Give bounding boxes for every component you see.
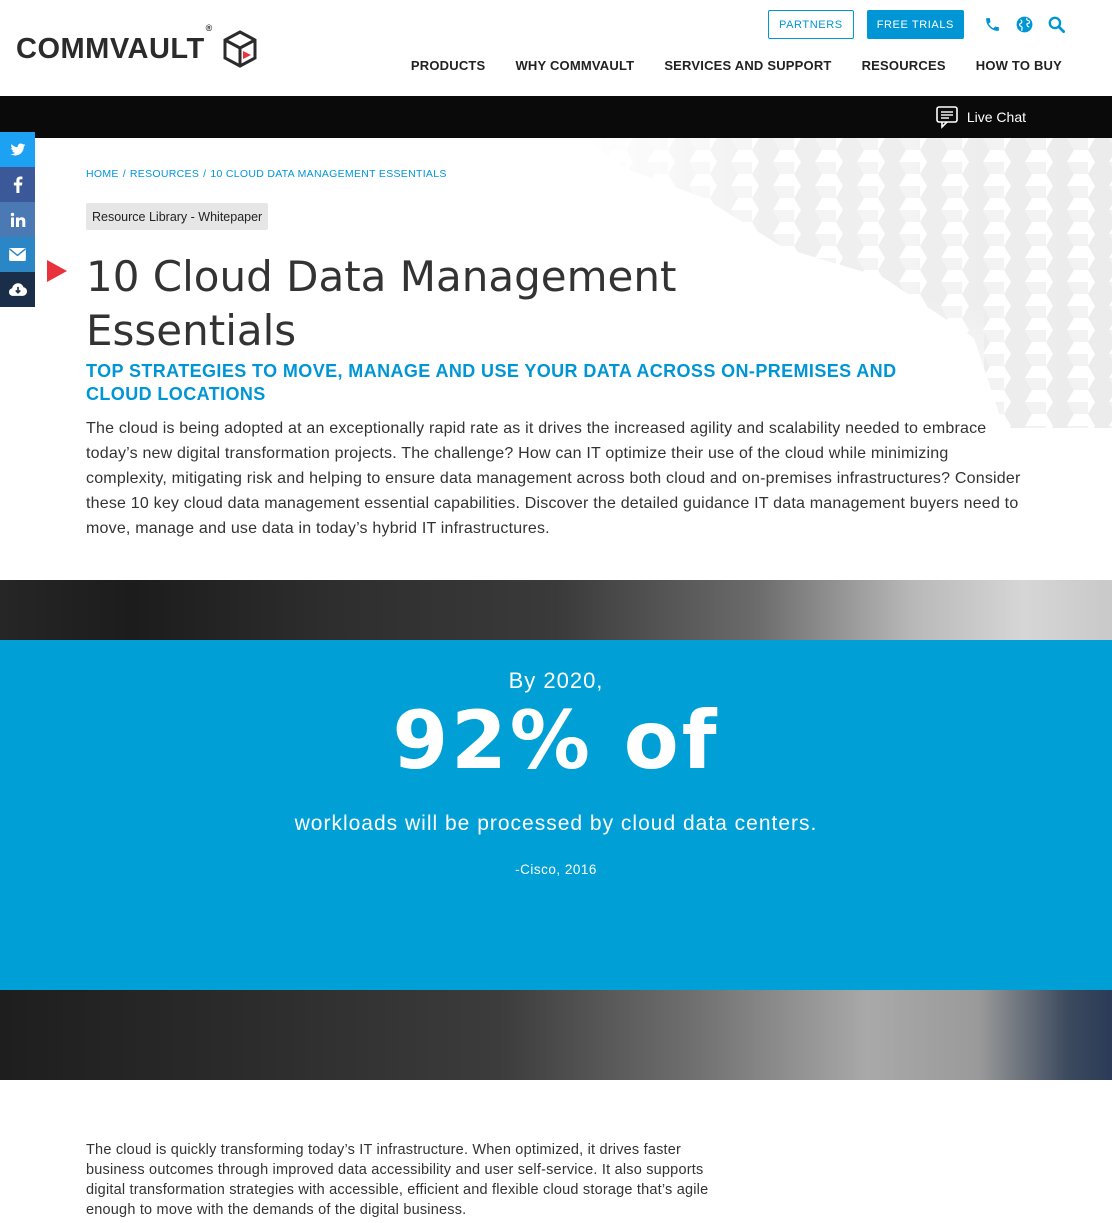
share-facebook-button[interactable] <box>0 167 35 202</box>
utility-bar: PARTNERS FREE TRIALS <box>768 10 1072 39</box>
stat-callout: By 2020, 92% of workloads will be proces… <box>0 640 1112 990</box>
linkedin-icon <box>10 212 25 227</box>
download-button[interactable] <box>0 272 35 307</box>
search-icon[interactable] <box>1045 14 1067 36</box>
stat-figure: 92% of <box>392 694 720 787</box>
breadcrumb-separator: / <box>203 168 207 180</box>
cloud-download-icon <box>8 282 27 296</box>
play-icon <box>47 260 67 282</box>
globe-icon[interactable] <box>1013 14 1035 36</box>
breadcrumb-home[interactable]: HOME <box>86 168 119 180</box>
secondary-bar: Live Chat <box>0 96 1112 138</box>
phone-icon[interactable] <box>981 14 1003 36</box>
email-icon <box>9 248 26 261</box>
share-linkedin-button[interactable] <box>0 202 35 237</box>
nav-item-services-and-support[interactable]: SERVICES AND SUPPORT <box>664 58 831 73</box>
stat-source: -Cisco, 2016 <box>515 862 597 877</box>
stat-description: workloads will be processed by cloud dat… <box>294 812 818 835</box>
share-email-button[interactable] <box>0 237 35 272</box>
logo-cube-icon <box>223 30 257 68</box>
chat-bubble-icon <box>936 106 958 129</box>
breadcrumb-separator: / <box>122 168 126 180</box>
hero-photo-band-bottom <box>0 990 1112 1080</box>
nav-item-why-commvault[interactable]: WHY COMMVAULT <box>515 58 634 73</box>
body-paragraph: The cloud is quickly transforming today’… <box>86 1142 709 1218</box>
logo-wordmark: COMMVAULT® <box>16 22 213 65</box>
breadcrumb-current: 10 CLOUD DATA MANAGEMENT ESSENTIALS <box>210 168 447 180</box>
live-chat-label: Live Chat <box>966 109 1026 125</box>
free-trials-button[interactable]: FREE TRIALS <box>866 10 964 39</box>
nav-item-resources[interactable]: RESOURCES <box>862 58 946 73</box>
site-header: COMMVAULT® PARTNERS FREE TRIALS PRODUCTS… <box>0 0 1112 96</box>
live-chat-button[interactable]: Live Chat <box>935 105 1026 129</box>
twitter-icon <box>10 143 25 155</box>
commvault-logo[interactable]: COMMVAULT® <box>16 22 257 68</box>
social-share-bar <box>0 132 35 307</box>
partners-button[interactable]: PARTNERS <box>768 10 854 39</box>
main-nav: PRODUCTS WHY COMMVAULT SERVICES AND SUPP… <box>411 58 1062 73</box>
page-title: 10 Cloud Data Management Essentials <box>86 252 677 355</box>
nav-item-products[interactable]: PRODUCTS <box>411 58 486 73</box>
nav-item-how-to-buy[interactable]: HOW TO BUY <box>976 58 1062 73</box>
resource-type-tag: Resource Library - Whitepaper <box>86 203 269 230</box>
page-subtitle: TOP STRATEGIES TO MOVE, MANAGE AND USE Y… <box>86 361 897 404</box>
stat-lead: By 2020, <box>508 668 604 693</box>
hero-photo-band-top <box>0 580 1112 640</box>
breadcrumb: HOME / RESOURCES / 10 CLOUD DATA MANAGEM… <box>86 168 447 180</box>
share-twitter-button[interactable] <box>0 132 35 167</box>
intro-paragraph: The cloud is being adopted at an excepti… <box>86 420 1021 537</box>
breadcrumb-resources[interactable]: RESOURCES <box>130 168 199 180</box>
facebook-icon <box>13 176 22 193</box>
